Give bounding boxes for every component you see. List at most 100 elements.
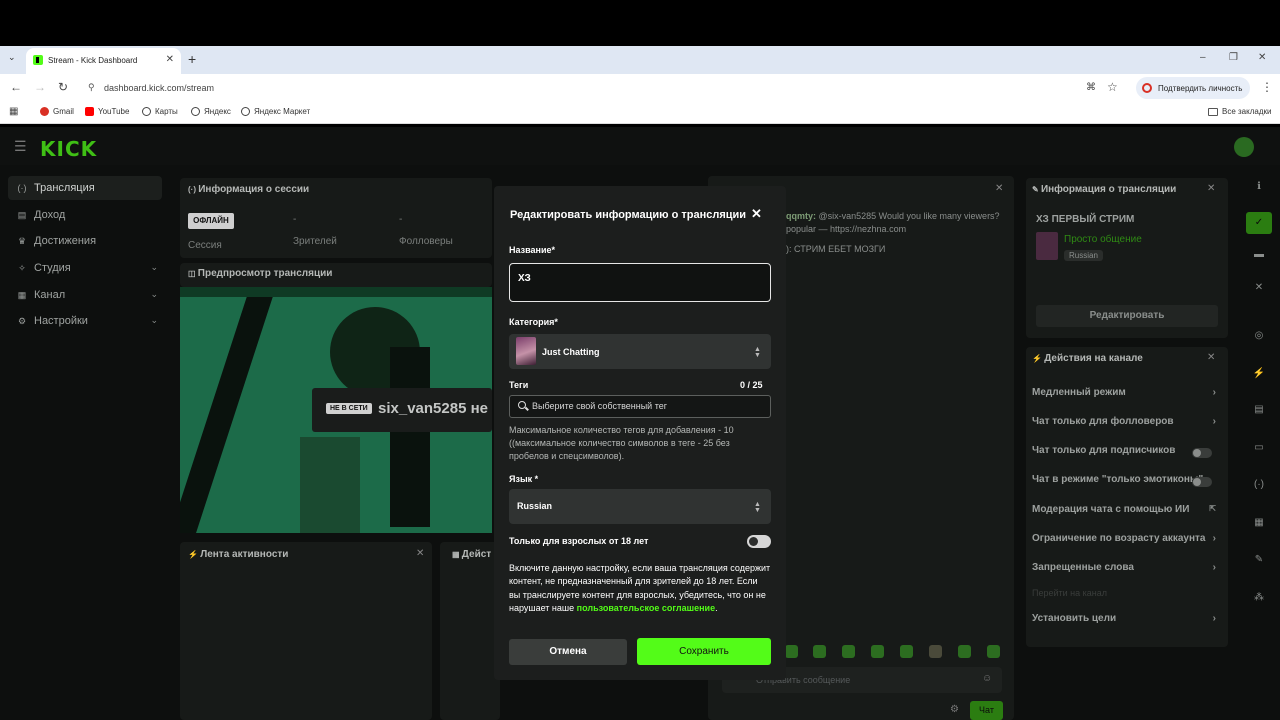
external-link-icon: ⇱ bbox=[1209, 504, 1216, 513]
globe-icon bbox=[142, 107, 151, 116]
tab-close-icon[interactable]: ✕ bbox=[166, 54, 174, 65]
actions-panel bbox=[440, 542, 500, 720]
sidebar-item-channel[interactable]: ▦ Канал ⌄ bbox=[8, 283, 162, 307]
close-icon[interactable]: ✕ bbox=[1207, 352, 1215, 363]
account-age-row[interactable]: Ограничение по возрасту аккаунта › bbox=[1032, 533, 1222, 551]
minimize-icon[interactable]: – bbox=[1200, 52, 1206, 63]
bookmark-yandex[interactable]: Яндекс bbox=[191, 107, 231, 116]
sidebar-item-stream[interactable]: (·) Трансляция bbox=[8, 176, 162, 200]
url-field[interactable] bbox=[82, 77, 1132, 99]
sidebar-item-settings[interactable]: ⚙ Настройки ⌄ bbox=[8, 309, 162, 333]
bookmark-maps[interactable]: Карты bbox=[142, 107, 178, 116]
window-close-icon[interactable]: ✕ bbox=[1258, 52, 1266, 63]
sidebar-item-achievements[interactable]: ♛ Достижения bbox=[8, 229, 162, 253]
stream-info-title: ✎ Информация о трансляции bbox=[1032, 184, 1177, 195]
subscribers-only-row[interactable]: Чат только для подписчиков bbox=[1032, 445, 1222, 463]
tab-search-icon[interactable]: ⌄ bbox=[8, 52, 16, 63]
emote-icon[interactable] bbox=[929, 645, 942, 658]
restore-icon[interactable]: ❐ bbox=[1229, 52, 1238, 63]
sidebar-item-studio[interactable]: ✧ Студия ⌄ bbox=[8, 256, 162, 280]
close-icon[interactable]: ✕ bbox=[416, 548, 424, 559]
camera-icon[interactable]: ◎ bbox=[1246, 325, 1272, 347]
chat-message-cont: popular — https://nezhna.com bbox=[786, 224, 907, 234]
emote-icon[interactable] bbox=[785, 645, 798, 658]
chevron-down-icon: ⌄ bbox=[150, 289, 158, 299]
chat-bubble-icon[interactable]: ▭ bbox=[1246, 437, 1272, 459]
edit-stream-button[interactable]: Редактировать bbox=[1036, 305, 1218, 327]
emoji-icon[interactable]: ☺ bbox=[982, 673, 992, 684]
chevron-right-icon: › bbox=[1212, 387, 1216, 398]
kick-favicon-icon bbox=[33, 55, 43, 65]
bookmark-gmail[interactable]: Gmail bbox=[40, 107, 74, 116]
emotes-only-row[interactable]: Чат в режиме "только эмотиконы" bbox=[1032, 474, 1222, 492]
document-icon[interactable]: ▤ bbox=[1246, 399, 1272, 421]
grid-icon[interactable]: ▦ bbox=[1246, 512, 1272, 534]
bolt-icon[interactable]: ⚡ bbox=[1246, 363, 1272, 385]
emote-icon[interactable] bbox=[900, 645, 913, 658]
followers-only-row[interactable]: Чат только для фолловеров › bbox=[1032, 416, 1222, 434]
tags-hint: Максимальное количество тегов для добавл… bbox=[509, 425, 734, 461]
reload-icon[interactable]: ↻ bbox=[58, 80, 68, 94]
offline-label: НЕ В СЕТИ bbox=[326, 403, 372, 414]
go-to-channel-row[interactable]: Перейти на канал bbox=[1032, 588, 1222, 606]
adult-content-toggle[interactable] bbox=[747, 535, 771, 548]
layout-icon[interactable]: ▬ bbox=[1246, 244, 1272, 266]
set-goals-row[interactable]: Установить цели › bbox=[1032, 613, 1222, 631]
channel-icon: ▦ bbox=[17, 289, 27, 300]
channel-name: six_van5285 не bbox=[378, 400, 488, 417]
back-icon[interactable]: ← bbox=[10, 80, 22, 94]
title-input[interactable]: ХЗ bbox=[509, 263, 771, 302]
gear-icon[interactable]: ⚙ bbox=[950, 704, 959, 715]
bolt-icon: ⚡ bbox=[188, 550, 201, 559]
category-label: Категория* bbox=[509, 317, 558, 327]
studio-icon: ✧ bbox=[18, 262, 26, 273]
browser-tab[interactable]: Stream - Kick Dashboard ✕ bbox=[26, 48, 181, 74]
cancel-button[interactable]: Отмена bbox=[509, 639, 627, 665]
emotes-only-toggle[interactable] bbox=[1192, 477, 1212, 487]
wrench-icon[interactable]: ✎ bbox=[1246, 549, 1272, 571]
category-link[interactable]: Просто общение bbox=[1064, 234, 1142, 245]
emote-icon[interactable] bbox=[871, 645, 884, 658]
broadcast-icon: (·) bbox=[17, 183, 27, 193]
slow-mode-row[interactable]: Медленный режим › bbox=[1032, 387, 1222, 405]
close-icon[interactable]: ✕ bbox=[1246, 277, 1272, 299]
bookmark-youtube[interactable]: YouTube bbox=[85, 107, 129, 116]
emote-icon[interactable] bbox=[842, 645, 855, 658]
check-icon[interactable]: ✓ bbox=[1246, 212, 1272, 234]
bookmark-star-icon[interactable]: ☆ bbox=[1107, 80, 1118, 94]
dashboard-topbar bbox=[0, 127, 1280, 165]
forward-icon[interactable]: → bbox=[34, 80, 46, 94]
subscribers-only-toggle[interactable] bbox=[1192, 448, 1212, 458]
banned-words-row[interactable]: Запрещенные слова › bbox=[1032, 562, 1222, 580]
menu-icon[interactable]: ☰ bbox=[14, 138, 27, 155]
info-icon[interactable]: ℹ bbox=[1246, 176, 1272, 198]
emote-icon[interactable] bbox=[958, 645, 971, 658]
users-icon[interactable]: ⁂ bbox=[1246, 587, 1272, 609]
close-icon[interactable]: ✕ bbox=[751, 206, 762, 222]
language-value: Russian bbox=[517, 501, 553, 511]
close-icon[interactable]: ✕ bbox=[995, 183, 1003, 194]
folder-icon bbox=[1208, 107, 1218, 116]
sidebar-item-income[interactable]: ▤ Доход bbox=[8, 203, 162, 227]
translate-icon[interactable]: ⌘ bbox=[1086, 82, 1096, 93]
close-icon[interactable]: ✕ bbox=[1207, 183, 1215, 194]
verify-identity-button[interactable]: Подтвердить личность bbox=[1136, 77, 1250, 99]
save-button[interactable]: Сохранить bbox=[637, 638, 771, 665]
bookmark-yandex-market[interactable]: Яндекс Маркет bbox=[241, 107, 310, 116]
new-tab-icon[interactable]: + bbox=[188, 51, 196, 67]
broadcast-icon[interactable]: (·) bbox=[1246, 474, 1272, 496]
emote-icon[interactable] bbox=[813, 645, 826, 658]
apps-grid-icon[interactable]: ▦ bbox=[9, 106, 18, 117]
emote-icon[interactable] bbox=[987, 645, 1000, 658]
avatar[interactable] bbox=[1234, 137, 1254, 157]
actions-title: ▦ Дейст bbox=[452, 549, 492, 560]
viewers-value: - bbox=[293, 214, 297, 225]
browser-menu-icon[interactable]: ⋮ bbox=[1261, 80, 1273, 94]
site-info-icon[interactable]: ⚲ bbox=[88, 82, 95, 93]
user-agreement-link[interactable]: пользовательское соглашение bbox=[577, 603, 715, 613]
ai-moderation-row[interactable]: Модерация чата с помощью ИИ ⇱ bbox=[1032, 504, 1222, 522]
chat-send-button[interactable]: Чат bbox=[970, 701, 1003, 720]
profile-alert-icon bbox=[1142, 83, 1152, 93]
all-bookmarks[interactable]: Все закладки bbox=[1208, 107, 1271, 116]
kick-logo: KICK bbox=[40, 137, 98, 161]
